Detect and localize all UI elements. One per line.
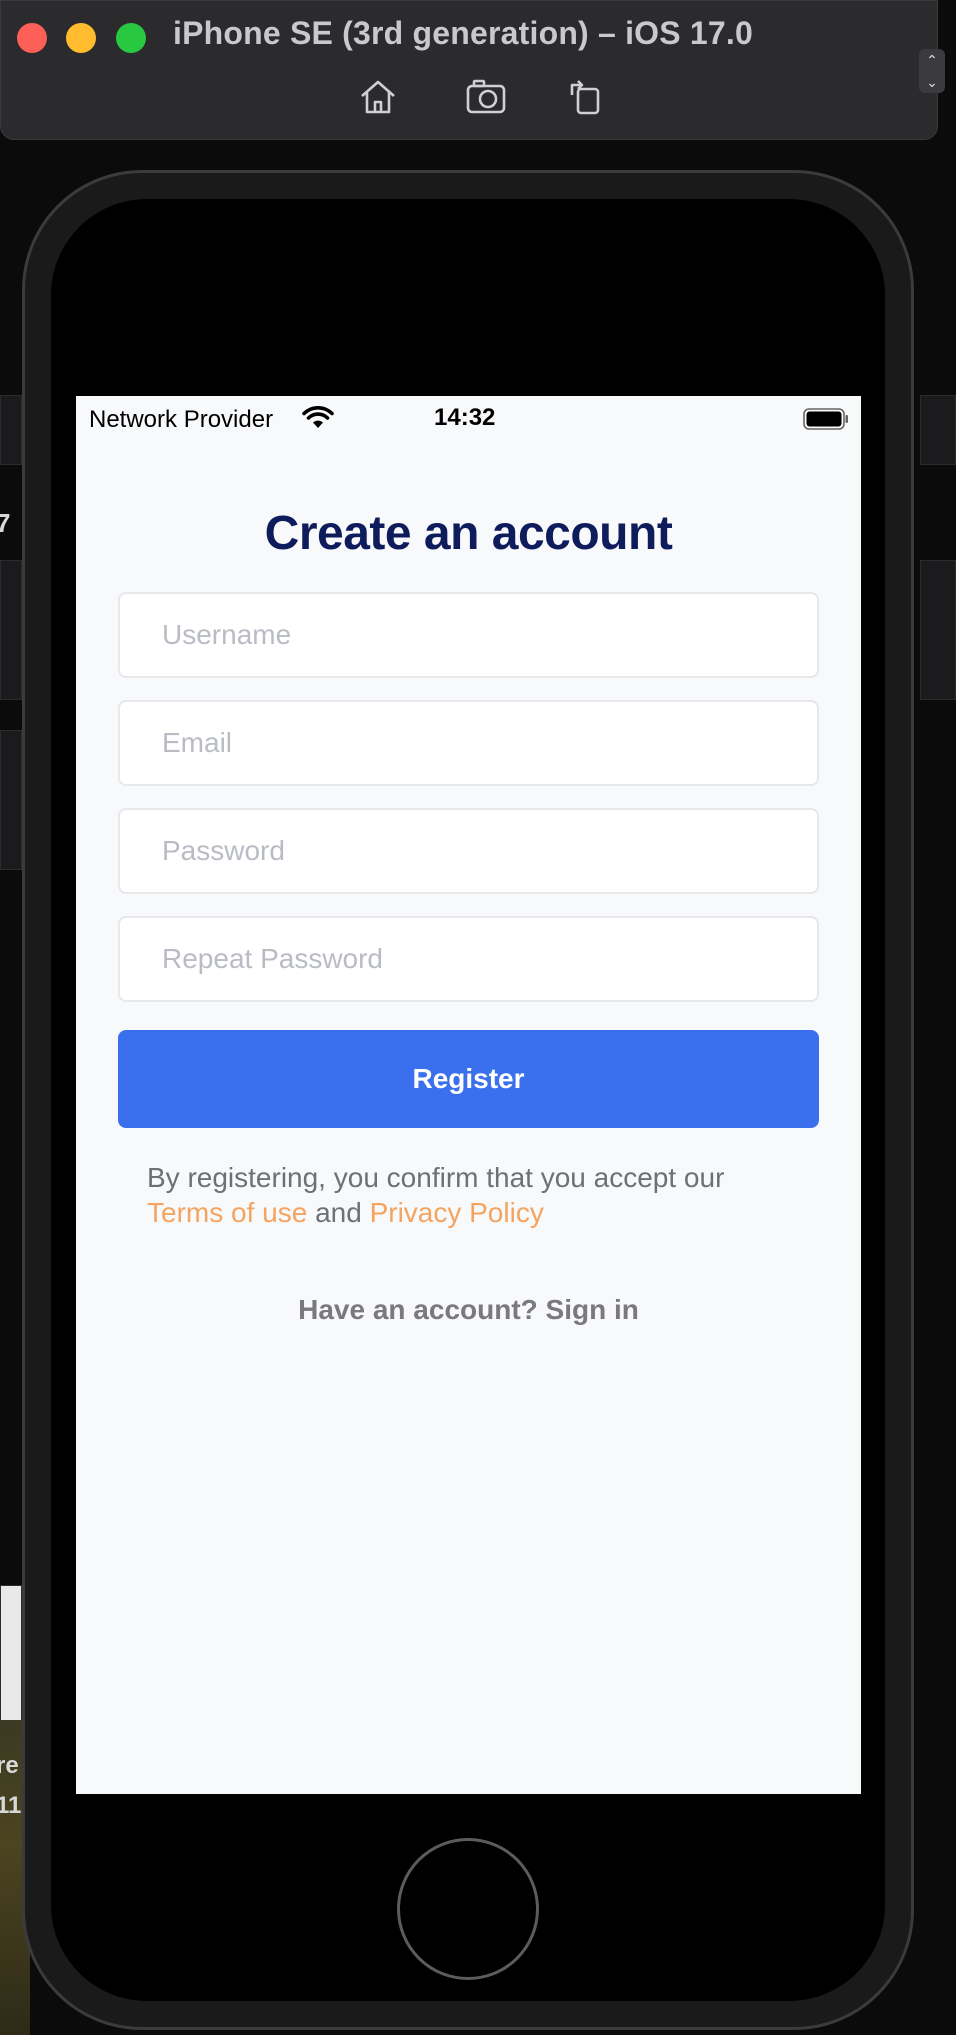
- terms-prefix: By registering, you confirm that you acc…: [147, 1162, 725, 1193]
- minimize-window-button[interactable]: [66, 23, 96, 53]
- sign-in-link[interactable]: Have an account? Sign in: [76, 1294, 861, 1326]
- password-input[interactable]: [118, 808, 819, 894]
- privacy-policy-link[interactable]: Privacy Policy: [370, 1197, 544, 1228]
- email-input[interactable]: [118, 700, 819, 786]
- background-panel: [920, 395, 956, 465]
- wifi-icon: [302, 406, 334, 428]
- status-bar: Network Provider 14:32: [76, 396, 861, 440]
- simulator-titlebar: iPhone SE (3rd generation) – iOS 17.0 ⌃ ⌄: [0, 0, 945, 140]
- window-title: iPhone SE (3rd generation) – iOS 17.0: [173, 15, 753, 51]
- terms-conjunction: and: [315, 1197, 362, 1228]
- device-selector-chevron-icon[interactable]: ⌃ ⌄: [919, 49, 945, 93]
- register-button[interactable]: Register: [118, 1030, 819, 1128]
- background-panel: [0, 1585, 22, 1725]
- background-text: re: [0, 1752, 19, 1779]
- background-panel: [0, 730, 22, 870]
- terms-of-use-link[interactable]: Terms of use: [147, 1197, 307, 1228]
- home-button[interactable]: [397, 1838, 539, 1980]
- app-screen: Network Provider 14:32 Create an account…: [76, 396, 861, 1794]
- home-icon[interactable]: [356, 75, 400, 119]
- carrier-label: Network Provider: [89, 406, 274, 433]
- background-text: 7: [0, 508, 11, 538]
- status-time: 14:32: [434, 404, 496, 431]
- close-window-button[interactable]: [17, 23, 47, 53]
- zoom-window-button[interactable]: [116, 23, 146, 53]
- username-input[interactable]: [118, 592, 819, 678]
- background-panel: [0, 560, 22, 700]
- background-panel: [920, 560, 956, 700]
- terms-notice: By registering, you confirm that you acc…: [147, 1160, 807, 1230]
- background-text: 11: [0, 1792, 22, 1819]
- background-panel: [0, 395, 22, 465]
- page-title: Create an account: [264, 507, 673, 560]
- repeat-password-input[interactable]: [118, 916, 819, 1002]
- rotate-icon[interactable]: [564, 75, 608, 119]
- battery-icon: [803, 408, 848, 430]
- camera-icon[interactable]: [464, 75, 508, 119]
